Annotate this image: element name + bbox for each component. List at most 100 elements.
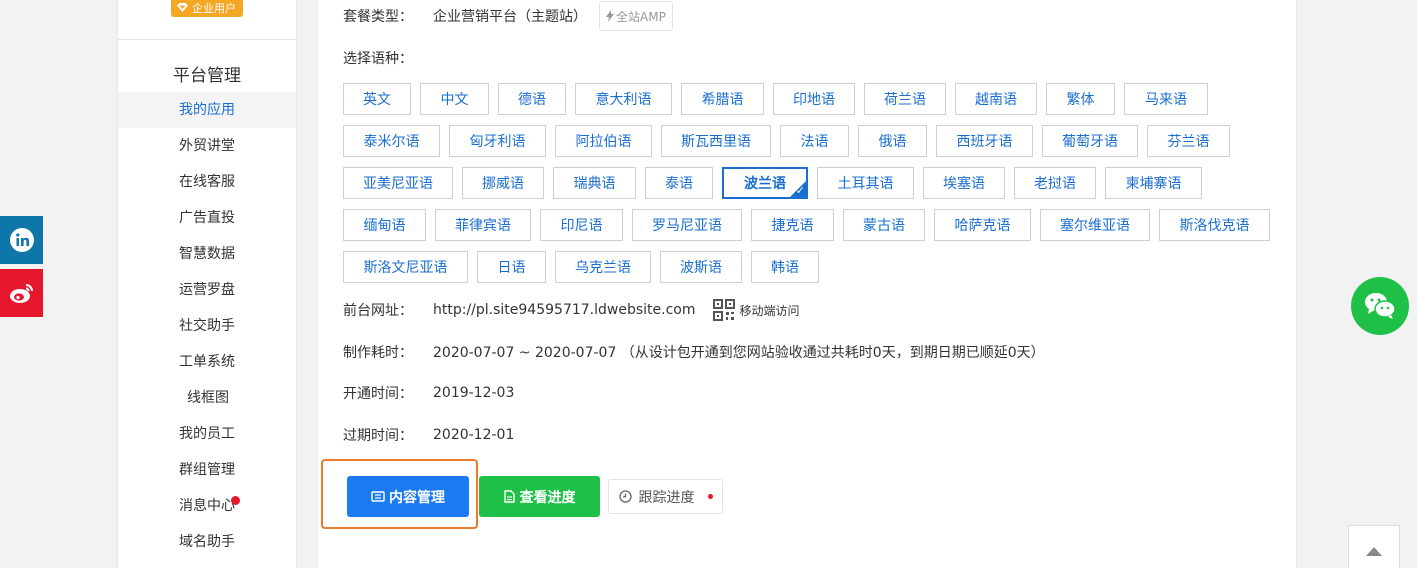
back-to-top-button[interactable] — [1348, 525, 1400, 568]
language-button[interactable]: 韩语 — [751, 251, 819, 283]
enterprise-badge: 企业用户 — [171, 0, 243, 17]
language-button[interactable]: 泰米尔语 — [343, 125, 440, 157]
language-button[interactable]: 匈牙利语 — [449, 125, 546, 157]
language-button[interactable]: 法语 — [780, 125, 849, 157]
language-button[interactable]: 捷克语 — [751, 209, 834, 241]
language-label: 选择语种： — [343, 51, 413, 67]
build-time-row: 制作耗时： 2020-07-07 ~ 2020-07-07 （从设计包开通到您网… — [343, 340, 1045, 364]
sidebar-item-message-center[interactable]: 消息中心 — [118, 488, 296, 524]
mobile-access-label: 移动端访问 — [739, 303, 800, 318]
sidebar-item-wireframe[interactable]: 线框图 — [118, 380, 296, 416]
language-button[interactable]: 泰语 — [645, 167, 713, 199]
arrow-up-icon — [1366, 547, 1382, 556]
language-button[interactable]: 哈萨克语 — [934, 209, 1031, 241]
language-row: 斯洛文尼亚语 日语 乌克兰语 波斯语 韩语 — [343, 251, 1283, 283]
language-button[interactable]: 德语 — [498, 83, 566, 115]
language-button[interactable]: 马来语 — [1124, 83, 1208, 115]
language-button[interactable]: 蒙古语 — [843, 209, 925, 241]
sidebar-item-smart-data[interactable]: 智慧数据 — [118, 236, 296, 272]
expire-time-label: 过期时间： — [343, 428, 413, 444]
language-button[interactable]: 斯洛伐克语 — [1159, 209, 1270, 241]
enterprise-badge-label: 企业用户 — [192, 1, 236, 15]
language-button[interactable]: 英文 — [343, 83, 411, 115]
sidebar-item-ticket-system[interactable]: 工单系统 — [118, 344, 296, 380]
sidebar-section-title: 平台管理 — [173, 66, 241, 86]
language-button[interactable]: 斯洛文尼亚语 — [343, 251, 468, 283]
package-row: 套餐类型： 企业营销平台（主题站） 全站AMP — [343, 1, 673, 31]
notification-dot — [707, 494, 713, 499]
linkedin-icon — [9, 228, 34, 252]
sidebar-item-my-staff[interactable]: 我的员工 — [118, 416, 296, 452]
language-button[interactable]: 波斯语 — [660, 251, 742, 283]
language-button[interactable]: 中文 — [420, 83, 489, 115]
amp-tag-label: 全站AMP — [616, 9, 666, 24]
view-progress-button[interactable]: 查看进度 — [479, 476, 600, 517]
site-url-row: 前台网址： http://pl.site94595717.ldwebsite.c… — [343, 296, 800, 324]
linkedin-button[interactable] — [0, 216, 43, 264]
document-icon — [503, 490, 515, 503]
open-time-value: 2019-12-03 — [433, 385, 515, 401]
language-button[interactable]: 俄语 — [858, 125, 927, 157]
language-button[interactable]: 芬兰语 — [1147, 125, 1230, 157]
site-url-link[interactable]: http://pl.site94595717.ldwebsite.com — [433, 302, 695, 318]
build-time-value: 2020-07-07 ~ 2020-07-07 （从设计包开通到您网站验收通过共… — [433, 345, 1045, 361]
language-row: 泰米尔语 匈牙利语 阿拉伯语 斯瓦西里语 法语 俄语 西班牙语 葡萄牙语 芬兰语 — [343, 125, 1283, 157]
language-button[interactable]: 斯瓦西里语 — [661, 125, 771, 157]
language-button[interactable]: 亚美尼亚语 — [343, 167, 453, 199]
language-button[interactable]: 柬埔寨语 — [1105, 167, 1202, 199]
language-button[interactable]: 印地语 — [773, 83, 855, 115]
view-progress-label: 查看进度 — [519, 489, 576, 506]
track-progress-button[interactable]: 跟踪进度 — [608, 479, 723, 514]
main-panel: 套餐类型： 企业营销平台（主题站） 全站AMP 选择语种： 英文 中文 德语 意… — [317, 0, 1297, 568]
sidebar: 企业用户 平台管理 我的应用 外贸讲堂 在线客服 广告直投 智慧数据 运营罗盘 … — [117, 0, 297, 568]
check-icon: ✓ — [795, 184, 805, 197]
sidebar-item-online-service[interactable]: 在线客服 — [118, 164, 296, 200]
language-button[interactable]: 意大利语 — [575, 83, 672, 115]
language-button[interactable]: 老挝语 — [1014, 167, 1096, 199]
language-grid: 英文 中文 德语 意大利语 希腊语 印地语 荷兰语 越南语 繁体 马来语 泰米尔… — [343, 83, 1283, 293]
track-progress-label: 跟踪进度 — [638, 489, 695, 506]
language-button[interactable]: 希腊语 — [681, 83, 764, 115]
language-button[interactable]: 埃塞语 — [923, 167, 1005, 199]
language-button[interactable]: 阿拉伯语 — [555, 125, 652, 157]
content-management-button[interactable]: 内容管理 — [347, 476, 469, 517]
sidebar-menu: 我的应用 外贸讲堂 在线客服 广告直投 智慧数据 运营罗盘 社交助手 工单系统 … — [118, 92, 296, 560]
language-button[interactable]: 葡萄牙语 — [1042, 125, 1138, 157]
language-button[interactable]: 乌克兰语 — [555, 251, 651, 283]
sidebar-item-ops-compass[interactable]: 运营罗盘 — [118, 272, 296, 308]
language-button[interactable]: 繁体 — [1046, 83, 1115, 115]
language-button[interactable]: 塞尔维亚语 — [1040, 209, 1150, 241]
qr-code-icon — [713, 299, 736, 321]
weibo-icon — [9, 284, 33, 303]
language-button-selected[interactable]: 波兰语 ✓ — [722, 167, 808, 199]
diamond-icon — [175, 2, 189, 14]
language-button[interactable]: 缅甸语 — [343, 209, 426, 241]
open-time-label: 开通时间： — [343, 386, 413, 402]
notification-dot — [231, 496, 240, 505]
language-button[interactable]: 菲律宾语 — [435, 209, 531, 241]
sidebar-header: 企业用户 — [118, 0, 296, 40]
language-button[interactable]: 印尼语 — [540, 209, 623, 241]
amp-tag[interactable]: 全站AMP — [599, 1, 673, 31]
wechat-button[interactable] — [1351, 277, 1409, 335]
sidebar-item-social-assistant[interactable]: 社交助手 — [118, 308, 296, 344]
language-button[interactable]: 日语 — [477, 251, 546, 283]
language-button[interactable]: 瑞典语 — [553, 167, 636, 199]
sidebar-item-group-management[interactable]: 群组管理 — [118, 452, 296, 488]
expire-time-value: 2020-12-01 — [433, 427, 515, 443]
language-row: 英文 中文 德语 意大利语 希腊语 印地语 荷兰语 越南语 繁体 马来语 — [343, 83, 1283, 115]
sidebar-item-ads[interactable]: 广告直投 — [118, 200, 296, 236]
language-button[interactable]: 荷兰语 — [864, 83, 946, 115]
sidebar-item-my-apps[interactable]: 我的应用 — [118, 92, 296, 128]
language-button[interactable]: 罗马尼亚语 — [632, 209, 742, 241]
sidebar-item-domain-assistant[interactable]: 域名助手 — [118, 524, 296, 560]
language-button[interactable]: 土耳其语 — [817, 167, 914, 199]
lightning-icon — [606, 10, 614, 22]
language-button[interactable]: 西班牙语 — [936, 125, 1033, 157]
weibo-button[interactable] — [0, 269, 43, 317]
sidebar-item-trade-lecture[interactable]: 外贸讲堂 — [118, 128, 296, 164]
language-button[interactable]: 越南语 — [955, 83, 1037, 115]
expire-time-row: 过期时间： 2020-12-01 — [343, 423, 514, 447]
mobile-access-button[interactable]: 移动端访问 — [713, 299, 800, 321]
language-button[interactable]: 挪威语 — [462, 167, 544, 199]
